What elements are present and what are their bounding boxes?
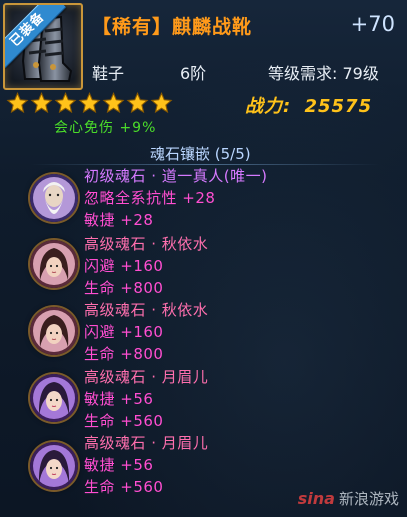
socket-section-title: 魂石镶嵌 (5/5) (150, 145, 251, 163)
gem-info-2: 高级魂石 · 秋依水 闪避 +160 生命 +800 (84, 233, 208, 299)
gem-slot-5[interactable] (30, 442, 78, 490)
gem-slot-3[interactable] (30, 307, 78, 355)
star-icon (102, 92, 125, 114)
gem-slot-2[interactable] (30, 240, 78, 288)
item-header: 已装备 【稀有】麒麟战靴 +70 鞋子 6阶 等级需求: 79级 战力: 255… (0, 0, 407, 136)
crit-resist-stat: 会心免伤 +9% (54, 120, 157, 136)
star-icon (126, 92, 149, 114)
gem-stat: 生命 +800 (84, 345, 164, 363)
watermark-text: 新浪游戏 (338, 490, 399, 508)
star-icon (54, 92, 77, 114)
gem-name: 初级魂石 · 道一真人(唯一) (84, 167, 268, 185)
gem-stat: 敏捷 +28 (84, 211, 154, 229)
power-label: 战力: (245, 96, 292, 117)
gem-stat: 敏捷 +56 (84, 390, 154, 408)
gem-stat: 敏捷 +56 (84, 456, 154, 474)
gem-stat: 闪避 +160 (84, 323, 164, 341)
gem-slot-1[interactable] (30, 174, 78, 222)
gem-name: 高级魂石 · 秋依水 (84, 301, 209, 319)
star-icon (150, 92, 173, 114)
sina-watermark: sina 新浪游戏 (298, 488, 399, 509)
gem-info-1: 初级魂石 · 道一真人(唯一) 忽略全系抗性 +28 敏捷 +28 (84, 165, 268, 231)
gem-info-3: 高级魂石 · 秋依水 闪避 +160 生命 +800 (84, 299, 208, 365)
gem-name: 高级魂石 · 月眉儿 (84, 434, 209, 452)
star-icon (78, 92, 101, 114)
power-value: 25575 (304, 96, 373, 117)
item-icon-frame[interactable]: 已装备 (3, 3, 83, 90)
old-sage-portrait-icon (30, 174, 78, 222)
woman-portrait-icon (30, 307, 78, 355)
star-rating (6, 92, 173, 114)
gem-stat: 闪避 +160 (84, 257, 164, 275)
gem-name: 高级魂石 · 月眉儿 (84, 368, 209, 386)
star-icon (6, 92, 29, 114)
combat-power: 战力: 25575 (245, 92, 372, 118)
gem-slot-4[interactable] (30, 374, 78, 422)
item-type: 鞋子 (92, 64, 125, 83)
gem-stat: 生命 +560 (84, 478, 164, 496)
gem-stat: 生命 +560 (84, 412, 164, 430)
item-title: 【稀有】麒麟战靴 (92, 16, 253, 38)
gem-stat: 生命 +800 (84, 279, 164, 297)
gem-stat: 忽略全系抗性 +28 (84, 189, 216, 207)
item-tooltip-panel: 已装备 【稀有】麒麟战靴 +70 鞋子 6阶 等级需求: 79级 战力: 255… (0, 0, 407, 517)
star-icon (30, 92, 53, 114)
item-tier: 6阶 (180, 64, 207, 83)
gem-info-5: 高级魂石 · 月眉儿 敏捷 +56 生命 +560 (84, 432, 208, 498)
level-requirement: 等级需求: 79级 (268, 64, 379, 83)
gem-info-4: 高级魂石 · 月眉儿 敏捷 +56 生命 +560 (84, 366, 208, 432)
enhance-level: +70 (350, 12, 395, 36)
girl-portrait-icon (30, 442, 78, 490)
gem-name: 高级魂石 · 秋依水 (84, 235, 209, 253)
sina-logo: sina (297, 489, 335, 508)
woman-portrait-icon (30, 240, 78, 288)
girl-portrait-icon (30, 374, 78, 422)
